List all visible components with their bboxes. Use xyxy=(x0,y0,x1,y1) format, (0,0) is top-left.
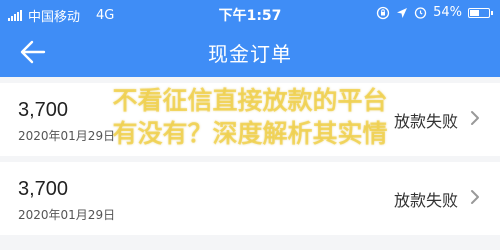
location-icon xyxy=(397,7,408,18)
alarm-icon xyxy=(414,7,427,19)
orientation-lock-icon xyxy=(376,6,390,19)
status-right: 54% xyxy=(376,5,493,20)
battery-percent: 54% xyxy=(433,5,462,20)
page-title: 现金订单 xyxy=(208,42,292,66)
order-list: 3,700 2020年01月29日 放款失败 3,700 2020年01月29日… xyxy=(0,83,500,241)
nav-bar: 现金订单 xyxy=(0,26,500,77)
battery-level xyxy=(470,9,479,16)
chevron-right-icon xyxy=(471,190,479,204)
order-date: 2020年01月29日 xyxy=(18,129,116,143)
order-row[interactable]: 3,700 2020年01月29日 放款失败 xyxy=(0,83,500,156)
battery-icon xyxy=(468,7,493,18)
order-amount: 3,700 xyxy=(18,99,69,121)
order-date: 2020年01月29日 xyxy=(18,208,116,222)
chevron-right-icon xyxy=(471,111,479,125)
order-row[interactable]: 3,700 2020年01月29日 放款失败 xyxy=(0,162,500,235)
order-amount: 3,700 xyxy=(18,178,69,200)
app-header: 中国移动 4G 下午1:57 54% 现金订单 xyxy=(0,0,500,77)
status-bar: 中国移动 4G 下午1:57 54% xyxy=(0,0,500,26)
order-status: 放款失败 xyxy=(393,112,458,131)
order-status: 放款失败 xyxy=(393,191,458,210)
